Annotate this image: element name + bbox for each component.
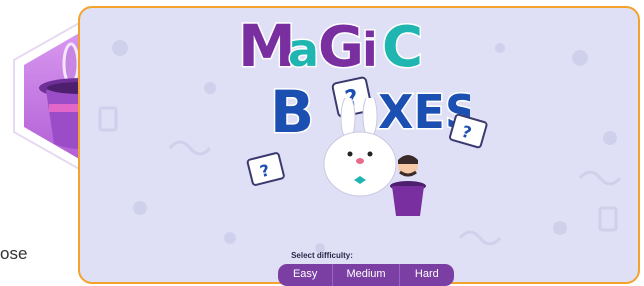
title-letter: C — [382, 15, 423, 80]
title-letter: B — [270, 78, 314, 144]
difficulty-hard-button[interactable]: Hard — [400, 264, 454, 286]
magician-icon — [390, 155, 426, 216]
title-letter: G — [318, 15, 364, 80]
difficulty-selector: Easy Medium Hard — [278, 264, 454, 286]
game-title-logo: M a G i C B XES ? — [237, 11, 471, 145]
question-card-icon: ? — [246, 152, 285, 186]
title-letter: a — [288, 23, 319, 77]
difficulty-medium-button[interactable]: Medium — [333, 264, 400, 286]
difficulty-label: Select difficulty: — [291, 251, 353, 260]
title-letter: i — [362, 23, 378, 77]
question-card-icon: ? — [449, 113, 488, 149]
difficulty-easy-button[interactable]: Easy — [278, 264, 334, 286]
